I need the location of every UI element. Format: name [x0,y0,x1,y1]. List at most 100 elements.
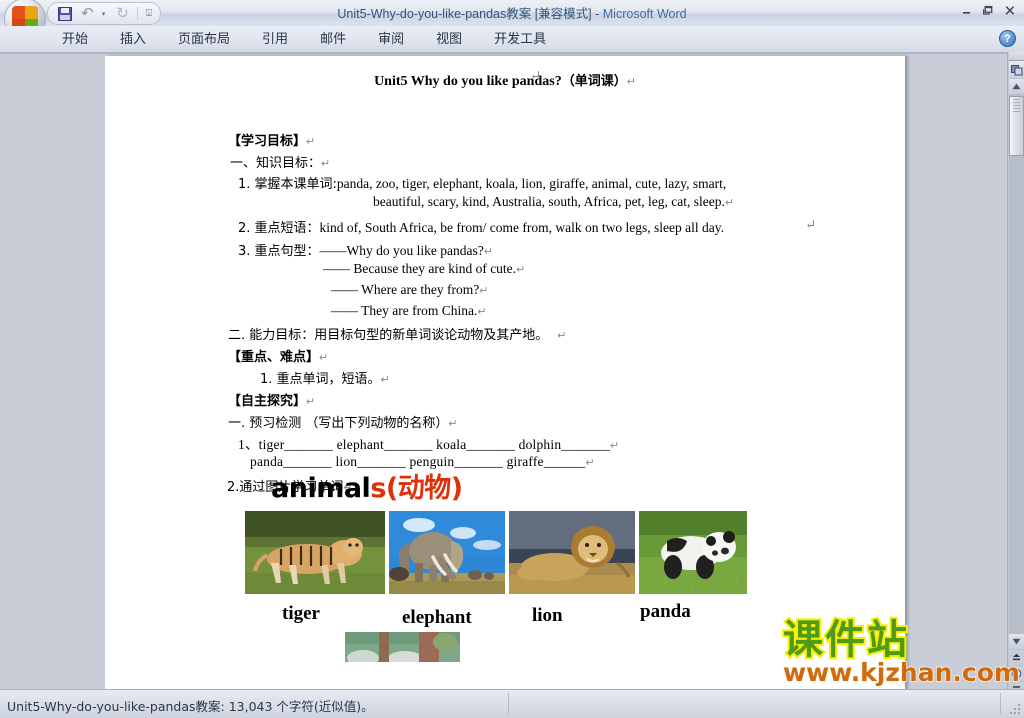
tab-page-layout[interactable]: 页面布局 [162,26,246,52]
status-divider-1 [508,693,509,714]
doc-line-text-cn: 2. 重点短语： [238,221,320,236]
paragraph-mark: ↵ [609,440,620,452]
tab-developer[interactable]: 开发工具 [478,26,562,52]
animals-heading-black: animal [271,473,371,504]
workspace-top-divider [0,52,1007,54]
resize-grip[interactable] [1008,702,1022,716]
doc-line-self-study: 【自主探究】↵ [228,390,315,409]
doc-line-vocab-1: 1. 掌握本课单词:panda, zoo, tiger, elephant, k… [238,173,726,192]
site-watermark: 课件站 www.kjzhan.com [781,616,1024,690]
doc-line-text-cn: 1. 掌握本课单词: [238,177,337,192]
doc-line-vocab-2: beautiful, scary, kind, Australia, south… [373,194,734,210]
document-page[interactable]: ↵ Unit5 Why do you like pandas?（单词课）↵ 【学… [105,56,905,690]
doc-line-blanks-1: 1、tiger_______ elephant_______ koala____… [238,433,619,453]
doc-line-knowledge-goals: 一、知识目标：↵ [230,152,330,171]
window-title-document: Unit5-Why-do-you-like-pandas教案 [兼容模式] - [337,7,603,21]
paragraph-mark: ↵ [557,330,567,342]
panda-photo[interactable] [639,511,747,594]
document-heading-cn: （单词课） [561,74,627,89]
minimize-button[interactable] [956,2,976,19]
animals-heading: animals(动物) [271,466,463,505]
animals-heading-red: s(动物) [370,473,463,504]
ribbon-tabs: 开始 插入 页面布局 引用 邮件 审阅 视图 开发工具 [46,26,562,52]
paragraph-mark: ↵ [805,217,817,232]
doc-line-key-difficult: 【重点、难点】↵ [228,346,328,365]
paragraph-mark: ↵ [306,136,316,148]
caption-panda: panda [640,601,691,622]
scroll-up-button[interactable] [1009,79,1024,94]
doc-line-text: —— Where are they from? [331,282,480,297]
split-window-handle[interactable] [1009,52,1024,61]
window-title-app: Microsoft Word [602,7,687,21]
doc-line-text: 二. 能力目标：用目标句型的新单词谈论动物及其产地。 [228,328,549,343]
paragraph-mark: ↵ [319,352,329,364]
doc-line-phrases: 2. 重点短语：kind of, South Africa, be from/ … [238,217,724,236]
doc-line-text-cn: 3. 重点句型： [238,244,320,259]
lion-photo[interactable] [509,511,635,594]
tab-insert[interactable]: 插入 [104,26,162,52]
tab-references[interactable]: 引用 [246,26,304,52]
animal-picture-row: tiger elephant lion panda [245,511,747,628]
tiger-photo[interactable] [245,511,385,594]
help-button[interactable]: ? [999,30,1016,47]
vertical-scrollbar[interactable] [1007,52,1024,697]
doc-line-text-en: kind of, South Africa, be from/ come fro… [319,220,724,235]
watermark-url: www.kjzhan.com [782,658,1020,687]
doc-line-text: 1. 重点单词，短语。 [260,372,381,387]
doc-line-key-words: 1. 重点单词，短语。↵ [260,368,390,387]
window-title: Unit5-Why-do-you-like-pandas教案 [兼容模式] - … [0,3,1024,22]
document-heading-en: Unit5 Why do you like pandas? [374,74,562,89]
browse-object-icon[interactable] [1009,61,1024,78]
title-bar: ↷ ▾ ↻ ⍗ Unit5-Why-do-you-like-pandas教案 [… [0,0,1024,40]
paragraph-mark: ↵ [306,396,316,408]
word-count-status: Unit5-Why-do-you-like-pandas教案: 13,043 个… [7,699,374,714]
doc-line-text: 【自主探究】 [228,394,307,409]
window-controls [956,2,1020,19]
doc-line-text-en: panda, zoo, tiger, elephant, koala, lion… [336,176,727,191]
doc-line-answer-2: —— They are from China.↵ [331,303,487,319]
paragraph-mark: ↵ [516,264,526,276]
doc-line-text: 【学习目标】 [228,134,307,149]
watermark-brand: 课件站 [781,616,909,664]
paragraph-mark: ↵ [724,197,735,209]
doc-line-text-en: ——Why do you like pandas? [319,243,484,258]
scroll-thumb[interactable] [1009,96,1024,156]
paragraph-mark: ↵ [477,306,487,318]
doc-line-ability-goals: 二. 能力目标：用目标句型的新单词谈论动物及其产地。 ↵ [228,324,566,343]
tab-view[interactable]: 视图 [420,26,478,52]
scroll-track-lower[interactable] [1009,156,1024,634]
next-picture-row-partial[interactable] [345,632,460,662]
tab-mailings[interactable]: 邮件 [304,26,362,52]
close-button[interactable] [1000,2,1020,19]
status-bar: Unit5-Why-do-you-like-pandas教案: 13,043 个… [0,689,1024,718]
doc-line-text: beautiful, scary, kind, Australia, south… [373,194,725,209]
paragraph-mark: ↵ [380,374,390,386]
caption-tiger: tiger [282,603,320,624]
document-heading: Unit5 Why do you like pandas?（单词课）↵ [105,70,905,90]
doc-line-text: 1、tiger_______ elephant_______ koala____… [238,437,610,452]
doc-line-text: 一、知识目标： [230,156,322,171]
doc-line-text: 一. 预习检测 （写出下列动物的名称） [228,416,449,431]
doc-line-question-2: —— Where are they from?↵ [331,282,488,298]
paragraph-mark: ↵ [626,76,636,88]
doc-line-pre-study: 一. 预习检测 （写出下列动物的名称）↵ [228,412,458,431]
caption-lion: lion [532,605,563,626]
caption-elephant: elephant [402,607,472,628]
word-application-window: ↷ ▾ ↻ ⍗ Unit5-Why-do-you-like-pandas教案 [… [0,0,1024,718]
document-workspace: ↵ Unit5 Why do you like pandas?（单词课）↵ 【学… [0,52,1024,690]
ribbon-tab-bar: 开始 插入 页面布局 引用 邮件 审阅 视图 开发工具 ? [0,26,1024,53]
doc-line-learning-goals: 【学习目标】↵ [228,130,315,149]
paragraph-mark: ↵ [479,285,489,297]
doc-line-text: —— Because they are kind of cute. [323,261,517,276]
paragraph-mark: ↵ [448,418,458,430]
paragraph-mark: ↵ [585,457,595,469]
status-divider-2 [1000,693,1001,714]
tab-home[interactable]: 开始 [46,26,104,52]
doc-line-text: 【重点、难点】 [228,350,320,365]
elephant-photo[interactable] [389,511,505,594]
paragraph-mark: ↵ [483,246,493,258]
paragraph-mark: ↵ [321,158,331,170]
tab-review[interactable]: 审阅 [362,26,420,52]
doc-line-text: —— They are from China. [331,303,478,318]
restore-button[interactable] [978,2,998,19]
